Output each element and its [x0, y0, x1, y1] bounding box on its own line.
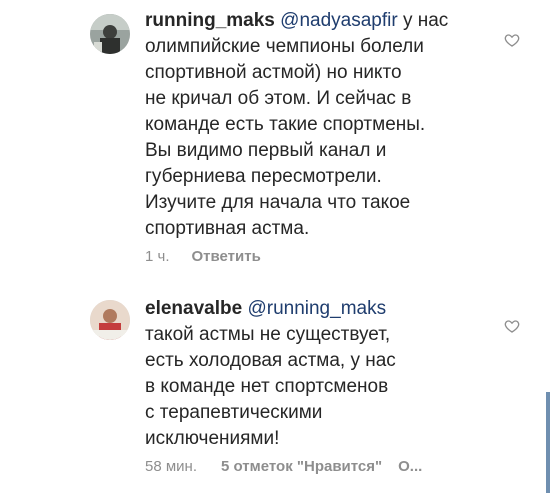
comment-mention[interactable]: @nadyasapfir [280, 10, 398, 31]
comment-line: спортивная астма. [145, 218, 310, 239]
comment-line: Изучите для начала что такое [145, 192, 411, 213]
comment-line: в команде нет спортсменов [145, 376, 389, 397]
comment-mention[interactable]: @running_maks [247, 298, 386, 319]
likes-count-link[interactable]: 5 отметок "Нравится" [221, 458, 382, 475]
reply-button[interactable]: Ответить [192, 248, 261, 265]
comment-time: 58 мин. [145, 458, 197, 475]
comment-text: running_maks @nadyasapfir у нас олимпийс… [145, 8, 515, 242]
comment-line: есть холодовая астма, у нас [145, 350, 396, 371]
comment-meta: 58 мин. 5 отметок "Нравится" О... [145, 458, 422, 475]
reply-button[interactable]: О... [398, 458, 422, 475]
avatar-image [90, 14, 130, 54]
comment-line: олимпийские чемпионы болели [145, 36, 424, 57]
scrollbar-edge [546, 392, 550, 493]
avatar-image [90, 300, 130, 340]
comment-line: у нас [397, 10, 449, 31]
heart-outline-icon[interactable] [504, 318, 520, 334]
comment-line: команде есть такие спортмены. [145, 114, 426, 135]
avatar[interactable] [90, 300, 130, 340]
comment-text: elenavalbe @running_maks такой астмы не … [145, 296, 515, 452]
comment-line: с терапевтическими [145, 402, 323, 423]
comment-time: 1 ч. [145, 248, 170, 265]
heart-outline-icon[interactable] [504, 32, 520, 48]
comment-line: губерниева пересмотрели. [145, 166, 382, 187]
comment-line: спортивной астмой) но никто [145, 62, 402, 83]
comment-meta: 1 ч. Ответить [145, 248, 261, 265]
comment-line: не кричал об этом. И сейчас в [145, 88, 412, 109]
comment-username[interactable]: running_maks [145, 10, 275, 31]
comment-line: исключениями! [145, 428, 280, 449]
comment-line: Вы видимо первый канал и [145, 140, 387, 161]
comment-username[interactable]: elenavalbe [145, 298, 242, 319]
avatar[interactable] [90, 14, 130, 54]
comment-line: такой астмы не существует, [145, 324, 391, 345]
